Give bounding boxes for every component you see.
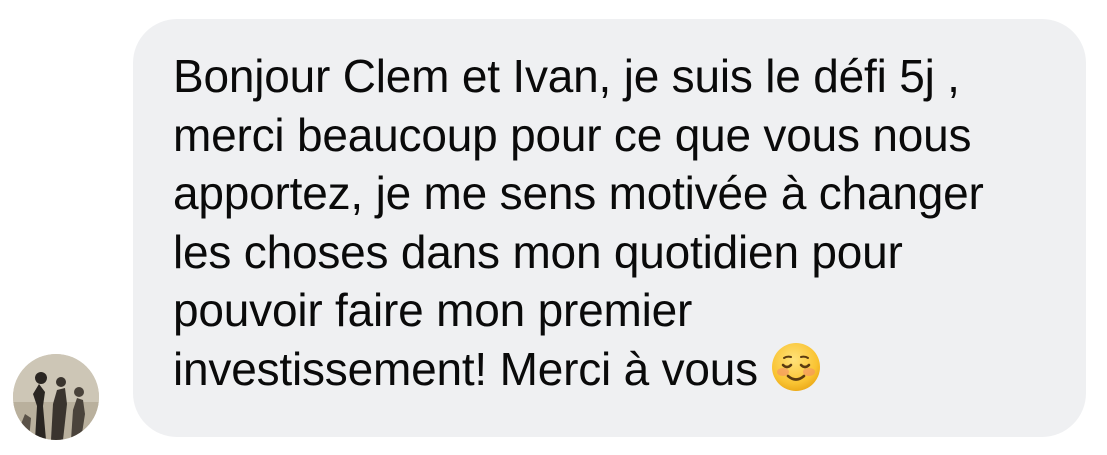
message-line: Bonjour Clem et Ivan, je suis le défi 5j… [173, 50, 960, 102]
message-line: apportez, je me sens motivée à changer [173, 167, 984, 219]
message-line-text: investissement! Merci à vous [173, 342, 758, 395]
message-last-line: investissement! Merci à vous [173, 340, 1056, 407]
message-bubble[interactable]: Bonjour Clem et Ivan, je suis le défi 5j… [133, 19, 1086, 437]
chat-thread: Bonjour Clem et Ivan, je suis le défi 5j… [0, 0, 1107, 455]
message-line: pouvoir faire mon premier [173, 284, 693, 336]
avatar[interactable] [13, 354, 99, 440]
message-line: merci beaucoup pour ce que vous nous [173, 108, 972, 161]
message-line: les choses dans mon quotidien pour [173, 225, 903, 278]
smiling-face-icon [770, 341, 822, 407]
